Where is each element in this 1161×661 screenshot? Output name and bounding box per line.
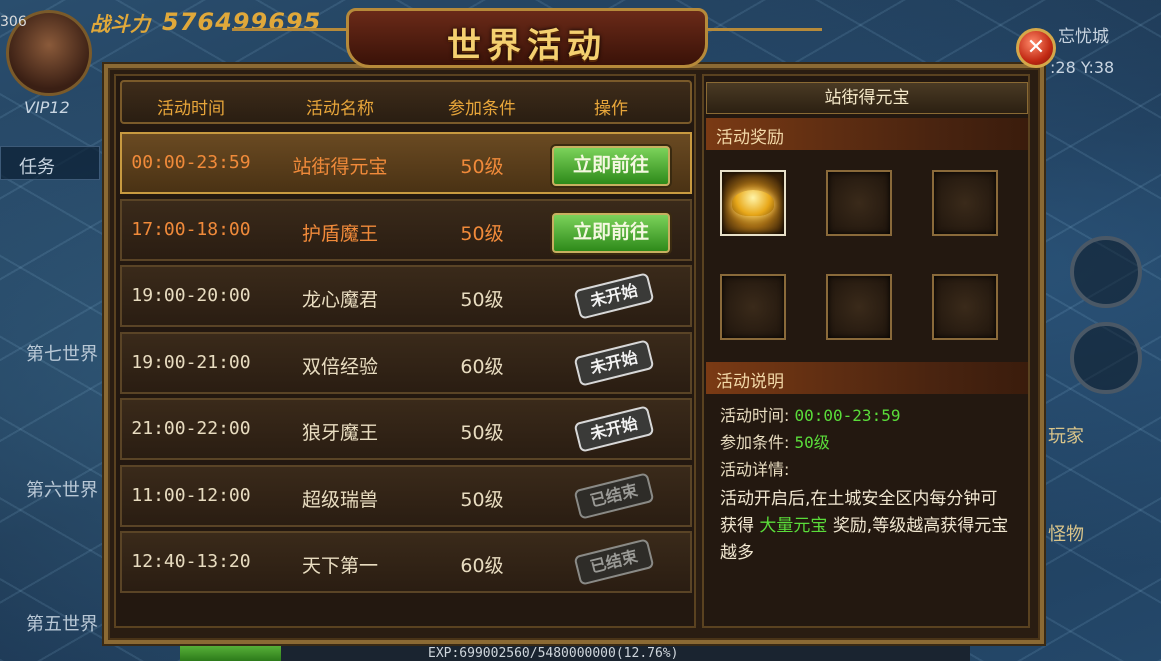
dialog-title: 世界活动 <box>447 26 607 66</box>
reward-header: 活动奖励 <box>706 118 1028 150</box>
task-tab[interactable]: 任务 <box>0 146 100 180</box>
description-header: 活动说明 <box>706 362 1028 394</box>
gold-ingot-icon <box>732 190 774 216</box>
activity-condition: 60级 <box>460 355 504 378</box>
player-coords: :28 Y:38 <box>1050 58 1115 77</box>
activity-time: 17:00-18:00 <box>131 218 251 240</box>
not-started-stamp: 未开始 <box>573 338 655 387</box>
activity-time: 19:00-20:00 <box>131 285 251 306</box>
combat-power-label: 战斗力 <box>90 12 150 36</box>
reward-slot-2 <box>826 170 892 236</box>
detail-description: 活动开启后,在土城安全区内每分钟可获得 大量元宝 奖励,等级越高获得元宝越多 <box>720 486 1010 567</box>
activity-row[interactable]: 11:00-12:00 超级瑞兽 50级 已结束 <box>120 464 692 527</box>
activity-condition: 50级 <box>460 222 504 245</box>
close-icon: ✕ <box>1026 35 1046 60</box>
exp-bar: EXP:699002560/5480000000(12.76%) <box>180 644 970 661</box>
title-ornament-right <box>702 28 822 42</box>
activity-name: 狼牙魔王 <box>301 422 378 444</box>
info-detail-label: 活动详情: <box>720 460 790 479</box>
activity-condition: 50级 <box>460 289 504 311</box>
activity-time: 00:00-23:59 <box>131 152 251 173</box>
activity-name: 天下第一 <box>301 555 378 577</box>
activity-condition: 50级 <box>460 422 504 444</box>
world-label-6[interactable]: 第六世界 <box>26 476 98 502</box>
activity-detail-panel: 站街得元宝 活动奖励 活动说明 活动时间: 00:00-23:59 参加条件: … <box>702 74 1030 628</box>
reward-slot-1[interactable] <box>720 170 786 236</box>
activity-time: 12:40-13:20 <box>131 551 251 572</box>
activity-name: 站街得元宝 <box>292 156 388 178</box>
table-header: 活动时间 活动名称 参加条件 操作 <box>120 80 692 124</box>
activity-row[interactable]: 17:00-18:00 护盾魔王 50级 立即前往 <box>120 198 692 261</box>
detail-highlight: 大量元宝 <box>759 516 828 536</box>
activity-row[interactable]: 21:00-22:00 狼牙魔王 50级 未开始 <box>120 398 692 460</box>
reward-slot-5 <box>826 274 892 340</box>
info-condition-value: 50级 <box>794 433 830 452</box>
exp-bar-fill <box>180 645 281 661</box>
ended-stamp: 已结束 <box>573 538 655 586</box>
title-ornament-left <box>232 28 352 42</box>
activity-condition: 50级 <box>460 488 504 511</box>
not-started-stamp: 未开始 <box>573 272 655 320</box>
reward-slot-3 <box>932 170 998 236</box>
world-label-7[interactable]: 第七世界 <box>26 340 98 366</box>
city-name: 忘忧城 <box>1058 27 1109 47</box>
header-time: 活动时间 <box>157 99 225 119</box>
detail-title: 站街得元宝 <box>706 82 1028 114</box>
activity-name: 护盾魔王 <box>301 222 378 245</box>
activity-time: 21:00-22:00 <box>131 418 251 439</box>
activity-name: 双倍经验 <box>301 355 378 378</box>
activity-row[interactable]: 19:00-20:00 龙心魔君 50级 未开始 <box>120 265 692 327</box>
info-time: 活动时间: 00:00-23:59 <box>720 402 900 426</box>
header-action: 操作 <box>594 99 628 119</box>
info-time-value: 00:00-23:59 <box>794 406 901 425</box>
side-label-players[interactable]: 玩家 <box>1048 422 1084 448</box>
exp-text: EXP:699002560/5480000000(12.76%) <box>428 646 679 661</box>
reward-slot-4 <box>720 274 786 340</box>
activity-name: 超级瑞兽 <box>301 488 378 511</box>
go-now-button[interactable]: 立即前往 <box>552 146 670 186</box>
activity-row[interactable]: 19:00-21:00 双倍经验 60级 未开始 <box>120 331 692 394</box>
skill-slot-2[interactable] <box>1070 322 1142 394</box>
not-started-stamp: 未开始 <box>573 405 655 453</box>
side-label-monsters[interactable]: 怪物 <box>1048 520 1084 546</box>
skill-slot-1[interactable] <box>1070 236 1142 308</box>
header-condition: 参加条件 <box>448 99 516 119</box>
close-button[interactable]: ✕ <box>1016 28 1056 68</box>
activity-time: 19:00-21:00 <box>131 351 251 373</box>
info-time-label: 活动时间: <box>720 406 790 425</box>
activity-list-panel: 活动时间 活动名称 参加条件 操作 00:00-23:59 站街得元宝 50级 立即前… <box>114 74 696 628</box>
activity-condition: 50级 <box>460 156 504 178</box>
activity-condition: 60级 <box>460 555 504 577</box>
activity-name: 龙心魔君 <box>301 289 378 311</box>
activity-row[interactable]: 00:00-23:59 站街得元宝 50级 立即前往 <box>120 132 692 194</box>
go-now-button[interactable]: 立即前往 <box>552 212 670 253</box>
activity-time: 11:00-12:00 <box>131 484 251 506</box>
info-condition-label: 参加条件: <box>720 433 790 452</box>
activity-row[interactable]: 12:40-13:20 天下第一 60级 已结束 <box>120 531 692 593</box>
player-level: 306 <box>0 14 27 30</box>
reward-slot-6 <box>932 274 998 340</box>
world-label-5[interactable]: 第五世界 <box>26 610 98 636</box>
vip-badge: VIP12 <box>24 98 70 117</box>
ended-stamp: 已结束 <box>573 471 655 520</box>
info-condition: 参加条件: 50级 <box>720 429 830 453</box>
header-name: 活动名称 <box>306 99 374 119</box>
